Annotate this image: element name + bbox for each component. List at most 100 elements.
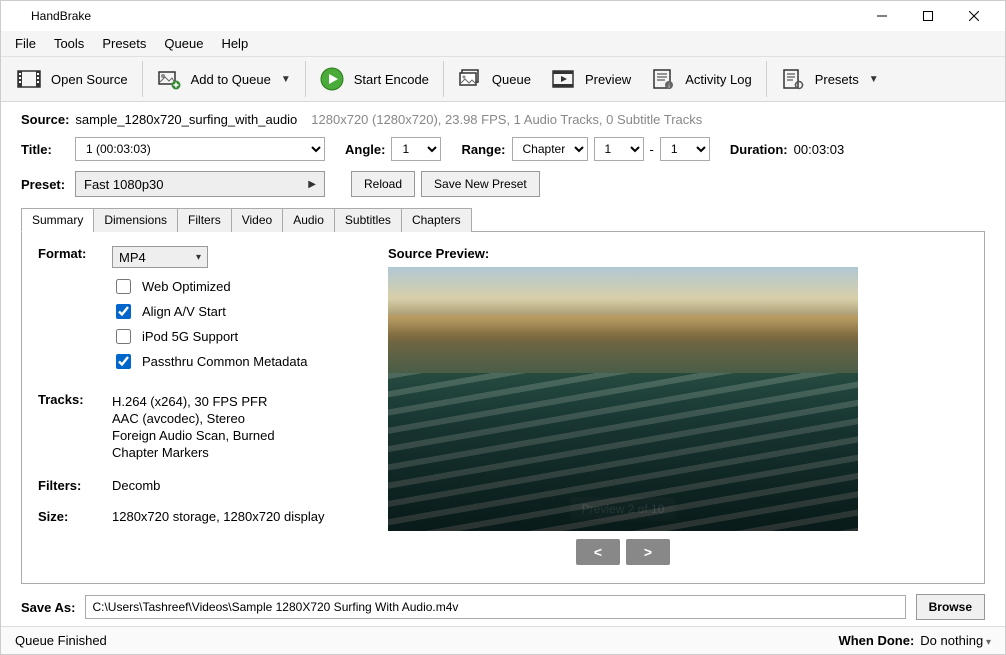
range-label: Range: bbox=[461, 142, 505, 157]
open-source-label: Open Source bbox=[51, 72, 128, 87]
start-encode-button[interactable]: Start Encode bbox=[310, 61, 439, 97]
tab-chapters[interactable]: Chapters bbox=[401, 208, 472, 232]
duration-value: 00:03:03 bbox=[794, 142, 845, 157]
close-button[interactable] bbox=[951, 1, 997, 31]
open-source-button[interactable]: Open Source bbox=[7, 61, 138, 97]
when-done-dropdown[interactable]: Do nothing bbox=[920, 633, 991, 648]
track-line: AAC (avcodec), Stereo bbox=[112, 411, 275, 426]
reload-button[interactable]: Reload bbox=[351, 171, 415, 197]
track-line: Foreign Audio Scan, Burned bbox=[112, 428, 275, 443]
film-icon bbox=[17, 67, 41, 91]
tab-dimensions[interactable]: Dimensions bbox=[93, 208, 178, 232]
passthru-label[interactable]: Passthru Common Metadata bbox=[142, 354, 307, 369]
format-label: Format: bbox=[38, 246, 112, 261]
menu-tools[interactable]: Tools bbox=[46, 33, 92, 54]
source-preview-image: Preview 2 of 10 bbox=[388, 267, 858, 531]
menu-file[interactable]: File bbox=[7, 33, 44, 54]
format-select[interactable]: MP4 ▾ bbox=[112, 246, 208, 268]
angle-label: Angle: bbox=[345, 142, 385, 157]
browse-button[interactable]: Browse bbox=[916, 594, 985, 620]
presets-icon bbox=[781, 67, 805, 91]
save-new-preset-button[interactable]: Save New Preset bbox=[421, 171, 540, 197]
range-from-select[interactable]: 1 bbox=[594, 137, 644, 161]
maximize-button[interactable] bbox=[905, 1, 951, 31]
web-optimized-label[interactable]: Web Optimized bbox=[142, 279, 231, 294]
angle-select[interactable]: 1 bbox=[391, 137, 441, 161]
track-line: Chapter Markers bbox=[112, 445, 275, 460]
ipod-checkbox[interactable] bbox=[116, 329, 131, 344]
ipod-label[interactable]: iPod 5G Support bbox=[142, 329, 238, 344]
format-value: MP4 bbox=[119, 250, 146, 265]
range-sep: - bbox=[650, 142, 654, 157]
web-optimized-checkbox[interactable] bbox=[116, 279, 131, 294]
app-icon bbox=[9, 8, 25, 24]
filters-value: Decomb bbox=[112, 478, 160, 493]
preset-value: Fast 1080p30 bbox=[84, 177, 164, 192]
preset-label: Preset: bbox=[21, 177, 69, 192]
source-preview-label: Source Preview: bbox=[388, 246, 968, 261]
save-as-row: Save As: Browse bbox=[21, 594, 985, 620]
menu-help[interactable]: Help bbox=[213, 33, 256, 54]
save-as-input[interactable] bbox=[85, 595, 905, 619]
tab-video[interactable]: Video bbox=[231, 208, 283, 232]
preview-button[interactable]: Preview bbox=[541, 61, 641, 97]
preview-btn-label: Preview bbox=[585, 72, 631, 87]
align-av-label[interactable]: Align A/V Start bbox=[142, 304, 226, 319]
menu-presets[interactable]: Presets bbox=[94, 33, 154, 54]
queue-icon bbox=[458, 67, 482, 91]
presets-label: Presets bbox=[815, 72, 859, 87]
size-label: Size: bbox=[38, 509, 112, 524]
queue-button[interactable]: Queue bbox=[448, 61, 541, 97]
source-label: Source: bbox=[21, 112, 69, 127]
chevron-down-icon: ▼ bbox=[281, 74, 291, 85]
titlebar: HandBrake bbox=[1, 1, 1005, 31]
tabstrip: Summary Dimensions Filters Video Audio S… bbox=[21, 207, 985, 232]
title-row: Title: 1 (00:03:03) Angle: 1 Range: Chap… bbox=[21, 137, 985, 161]
statusbar: Queue Finished When Done: Do nothing bbox=[1, 626, 1005, 654]
activity-log-label: Activity Log bbox=[685, 72, 751, 87]
window-title: HandBrake bbox=[31, 9, 859, 23]
add-to-queue-label: Add to Queue bbox=[191, 72, 271, 87]
status-text: Queue Finished bbox=[15, 633, 107, 648]
preview-icon bbox=[551, 67, 575, 91]
minimize-button[interactable] bbox=[859, 1, 905, 31]
add-to-queue-button[interactable]: Add to Queue ▼ bbox=[147, 61, 301, 97]
save-as-label: Save As: bbox=[21, 600, 75, 615]
align-av-checkbox[interactable] bbox=[116, 304, 131, 319]
range-type-select[interactable]: Chapters bbox=[512, 137, 588, 161]
size-value: 1280x720 storage, 1280x720 display bbox=[112, 509, 325, 524]
chevron-down-icon: ▼ bbox=[869, 74, 879, 85]
toolbar: Open Source Add to Queue ▼ Start Encode … bbox=[1, 57, 1005, 102]
passthru-checkbox[interactable] bbox=[116, 354, 131, 369]
chevron-right-icon: ▶ bbox=[308, 179, 316, 190]
tab-summary-body: Format: MP4 ▾ Web Optimized Align A/V St… bbox=[21, 232, 985, 584]
source-row: Source: sample_1280x720_surfing_with_aud… bbox=[21, 112, 985, 127]
track-line: H.264 (x264), 30 FPS PFR bbox=[112, 394, 275, 409]
activity-log-button[interactable]: i Activity Log bbox=[641, 61, 761, 97]
menu-queue[interactable]: Queue bbox=[156, 33, 211, 54]
tab-subtitles[interactable]: Subtitles bbox=[334, 208, 402, 232]
tracks-label: Tracks: bbox=[38, 392, 112, 407]
play-icon bbox=[320, 67, 344, 91]
tab-audio[interactable]: Audio bbox=[282, 208, 335, 232]
source-info: 1280x720 (1280x720), 23.98 FPS, 1 Audio … bbox=[311, 112, 702, 127]
chevron-down-icon: ▾ bbox=[196, 252, 201, 263]
tab-summary[interactable]: Summary bbox=[21, 208, 94, 232]
queue-add-icon bbox=[157, 67, 181, 91]
filters-label: Filters: bbox=[38, 478, 112, 493]
preview-next-button[interactable]: > bbox=[626, 539, 670, 565]
preview-badge: Preview 2 of 10 bbox=[571, 497, 676, 521]
tab-filters[interactable]: Filters bbox=[177, 208, 232, 232]
preset-combobox[interactable]: Fast 1080p30 ▶ bbox=[75, 171, 325, 197]
title-select[interactable]: 1 (00:03:03) bbox=[75, 137, 325, 161]
queue-label: Queue bbox=[492, 72, 531, 87]
preview-prev-button[interactable]: < bbox=[576, 539, 620, 565]
log-icon: i bbox=[651, 67, 675, 91]
presets-button[interactable]: Presets ▼ bbox=[771, 61, 889, 97]
title-label: Title: bbox=[21, 142, 69, 157]
svg-text:i: i bbox=[669, 84, 670, 90]
duration-label: Duration: bbox=[730, 142, 788, 157]
content: Source: sample_1280x720_surfing_with_aud… bbox=[1, 102, 1005, 626]
range-to-select[interactable]: 1 bbox=[660, 137, 710, 161]
when-done-label: When Done: bbox=[838, 633, 914, 648]
